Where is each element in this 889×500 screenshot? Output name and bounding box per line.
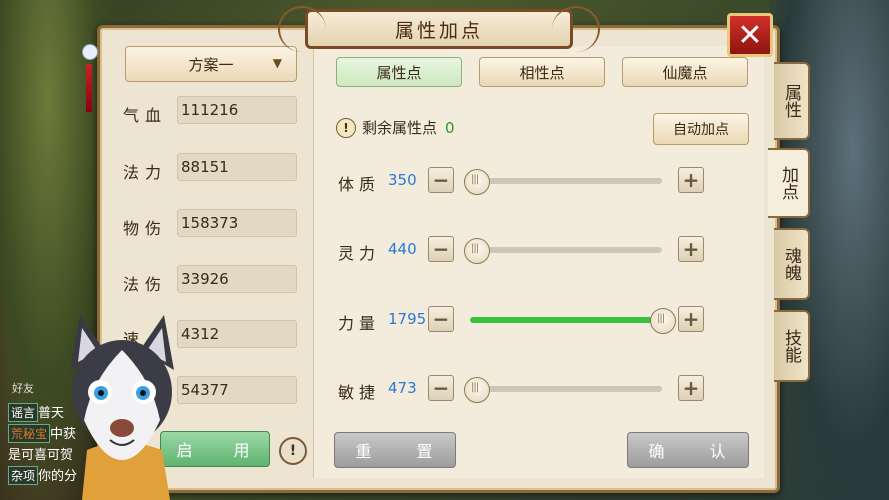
attribute-slider[interactable] — [464, 377, 662, 403]
confirm-button[interactable]: 确 认 — [627, 432, 749, 468]
slider-knob[interactable] — [464, 377, 490, 403]
slider-knob[interactable] — [650, 308, 676, 334]
remaining-label: 剩余属性点 — [362, 119, 438, 137]
close-button[interactable]: ✕ — [727, 13, 773, 57]
stat-value: 111216 — [177, 96, 297, 124]
attribute-row-strength: 力量 1795 − + — [338, 304, 704, 336]
side-tab-label: 加点 — [778, 166, 798, 200]
slider-knob[interactable] — [464, 169, 490, 195]
page-title: 属性加点 — [394, 19, 483, 42]
attribute-label: 灵力 — [338, 244, 381, 263]
slider-fill — [470, 317, 662, 323]
plan-selected-label: 方案一 — [188, 55, 234, 74]
attribute-value: 350 — [388, 171, 417, 189]
friend-label[interactable]: 好友 — [12, 380, 34, 396]
close-icon: ✕ — [737, 17, 763, 53]
attribute-value: 1795 — [388, 310, 427, 328]
tab-immortal-demon-points[interactable]: 仙魔点 — [622, 57, 748, 87]
side-tab-skills[interactable]: 技能 — [774, 310, 810, 382]
husky-mascot-avatar — [70, 315, 174, 500]
plus-button[interactable]: + — [678, 167, 704, 193]
plus-button[interactable]: + — [678, 375, 704, 401]
side-tab-label: 技能 — [781, 329, 801, 363]
remaining-value: 0 — [445, 118, 455, 137]
plus-button[interactable]: + — [678, 306, 704, 332]
chevron-down-icon: ▼ — [272, 56, 282, 70]
minus-button[interactable]: − — [428, 236, 454, 262]
chat-channel-tag[interactable]: 杂项 — [8, 466, 39, 485]
attribute-label: 力量 — [338, 314, 381, 333]
attribute-row-spirit: 灵力 440 − + — [338, 234, 704, 266]
chat-text: 普天 — [38, 406, 65, 421]
stat-value: 54377 — [177, 376, 297, 404]
stat-value: 4312 — [177, 320, 297, 348]
panel-title-plate: 属性加点 — [278, 6, 600, 52]
chat-channel-tag[interactable]: 荒秘宝 — [8, 424, 51, 443]
side-tab-allocate[interactable]: 加点 — [768, 148, 810, 218]
stat-row-mana: 法力 88151 — [123, 153, 299, 183]
stat-label: 物伤 — [123, 219, 168, 238]
stat-value: 88151 — [177, 153, 297, 181]
side-tab-label: 魂魄 — [781, 247, 801, 281]
panel-ornament — [82, 44, 98, 124]
auto-allocate-button[interactable]: 自动加点 — [653, 113, 749, 145]
side-tab-label: 属性 — [781, 84, 801, 118]
attribute-slider[interactable] — [464, 238, 662, 264]
exclamation-icon: ! — [336, 117, 356, 138]
stat-label: 法伤 — [123, 275, 168, 294]
remaining-points: ! 剩余属性点 0 — [336, 117, 455, 138]
plan-dropdown[interactable]: 方案一 ▼ — [125, 46, 297, 82]
attribute-row-agility: 敏捷 473 − + — [338, 373, 704, 405]
chat-line: 谣言 普天 — [8, 402, 64, 422]
info-icon[interactable]: ! — [279, 437, 307, 465]
attribute-row-constitution: 体质 350 − + — [338, 165, 704, 197]
attribute-value: 440 — [388, 240, 417, 258]
minus-button[interactable]: − — [428, 375, 454, 401]
attribute-label: 敏捷 — [338, 383, 381, 402]
stat-row-physical-damage: 物伤 158373 — [123, 209, 299, 239]
reset-button[interactable]: 重 置 — [334, 432, 456, 468]
minus-button[interactable]: − — [428, 306, 454, 332]
chat-channel-tag[interactable]: 谣言 — [8, 403, 39, 422]
side-tab-soul[interactable]: 魂魄 — [774, 228, 810, 300]
attribute-slider[interactable] — [464, 169, 662, 195]
attribute-value: 473 — [388, 379, 417, 397]
stat-row-hp: 气血 111216 — [123, 96, 299, 126]
side-tab-attributes[interactable]: 属性 — [774, 62, 810, 140]
stat-row-magic-damage: 法伤 33926 — [123, 265, 299, 295]
attribute-label: 体质 — [338, 175, 381, 194]
plus-button[interactable]: + — [678, 236, 704, 262]
minus-button[interactable]: − — [428, 167, 454, 193]
stat-label: 法力 — [123, 163, 168, 182]
tab-attribute-points[interactable]: 属性点 — [336, 57, 462, 87]
attribute-slider[interactable] — [470, 308, 676, 334]
stat-value: 158373 — [177, 209, 297, 237]
tab-affinity-points[interactable]: 相性点 — [479, 57, 605, 87]
stat-label: 气血 — [123, 106, 168, 125]
slider-knob[interactable] — [464, 238, 490, 264]
stat-value: 33926 — [177, 265, 297, 293]
